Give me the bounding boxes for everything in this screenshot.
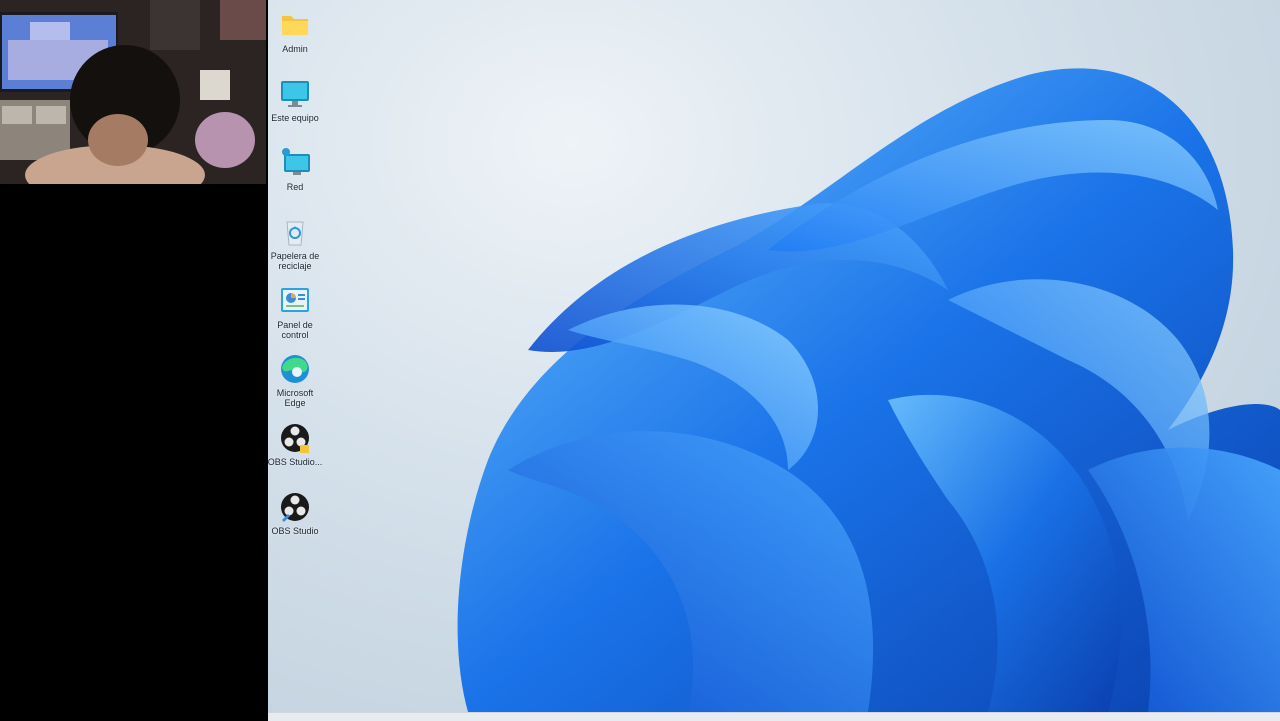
desktop-icon-label: Papelera de reciclaje — [270, 251, 320, 271]
desktop[interactable]: Admin Este equipo Red Papelera de recicl… — [268, 0, 1280, 712]
desktop-icon-red[interactable]: Red — [268, 146, 325, 192]
webcam-overlay — [0, 0, 266, 184]
control-panel-icon — [281, 288, 309, 312]
desktop-icon-panel-de-control[interactable]: Panel de control — [268, 284, 325, 340]
desktop-icon-label: OBS Studio... — [268, 457, 323, 467]
desktop-icon-label: Panel de control — [277, 320, 313, 340]
obs-icon — [281, 493, 309, 522]
webcam-feed-image — [0, 0, 266, 184]
desktop-icon-label: Red — [286, 182, 304, 192]
network-icon — [282, 148, 310, 175]
obs-icon — [281, 424, 309, 453]
black-sidebar-area — [0, 184, 268, 720]
desktop-icon-label: OBS Studio — [271, 526, 319, 536]
desktop-icon-label: Admin — [282, 44, 308, 54]
desktop-icon-admin[interactable]: Admin — [268, 8, 325, 54]
monitor-icon — [281, 81, 309, 107]
desktop-icon-este-equipo[interactable]: Este equipo — [268, 77, 325, 123]
desktop-icon-papelera[interactable]: Papelera de reciclaje — [268, 215, 325, 271]
desktop-icon-obs-studio-shortcut[interactable]: OBS Studio... — [268, 421, 325, 467]
desktop-icon-obs-studio[interactable]: OBS Studio — [268, 490, 325, 536]
folder-icon — [282, 16, 308, 35]
desktop-icon-label: Este equipo — [271, 113, 319, 123]
desktop-icon-label: Microsoft Edge — [276, 388, 314, 408]
edge-icon — [281, 355, 309, 383]
wallpaper-bloom — [457, 68, 1280, 712]
desktop-icon-microsoft-edge[interactable]: Microsoft Edge — [268, 352, 325, 408]
recycle-bin-icon — [286, 221, 304, 246]
